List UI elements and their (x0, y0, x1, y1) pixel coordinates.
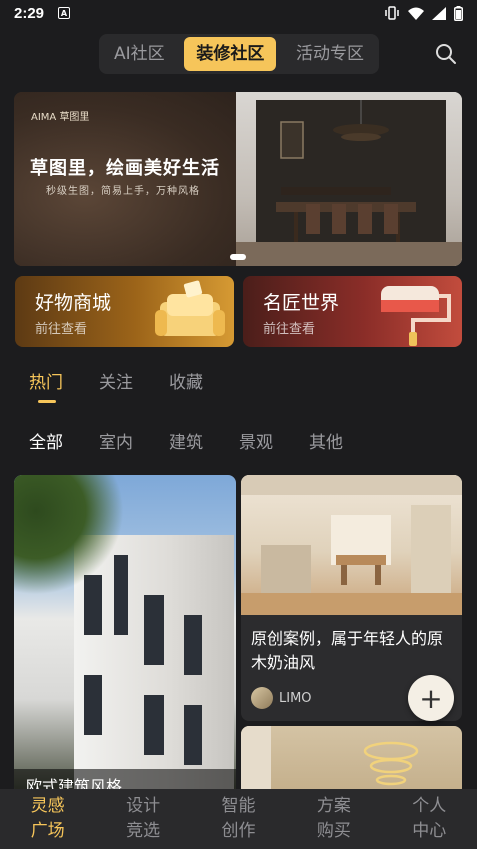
nav-personal-center[interactable]: 个人 中心 (404, 794, 454, 844)
category-other[interactable]: 其他 (309, 428, 343, 453)
post-title: 原创案例，属于年轻人的原木奶油风 (251, 629, 444, 672)
tree-foliage (14, 475, 124, 595)
carousel-indicator (230, 254, 246, 260)
signal-icon (432, 6, 446, 20)
category-all[interactable]: 全部 (29, 428, 63, 453)
nav-smart-create[interactable]: 智能 创作 (213, 794, 263, 844)
author-name: LIMO (279, 690, 312, 706)
banner-logo: AIMA 草图里 (31, 112, 90, 123)
nav-label-line2: 购买 (316, 821, 351, 841)
post-author[interactable]: LIMO (251, 687, 312, 709)
tab-hot[interactable]: 热门 (29, 368, 63, 403)
post-card[interactable]: 欧式建筑风格 (14, 475, 236, 795)
master-card-subtitle: 前往查看 (263, 322, 316, 337)
nav-label-line1: 灵感 (30, 796, 65, 816)
nav-label-line2: 竞选 (126, 821, 161, 841)
promo-banner[interactable]: AIMA 草图里 草图里，绘画美好生活 秒级生图，简易上手，万种风格 (14, 92, 462, 266)
search-icon[interactable] (434, 42, 458, 66)
avatar (251, 687, 273, 709)
master-card-title: 名匠世界 (263, 292, 340, 314)
nav-label-line2: 创作 (221, 821, 256, 841)
banner-title: 草图里，绘画美好生活 (30, 158, 220, 179)
category-landscape[interactable]: 景观 (239, 428, 273, 453)
category-architecture[interactable]: 建筑 (169, 428, 203, 453)
create-post-button[interactable]: + (408, 675, 454, 721)
wifi-icon (408, 7, 424, 20)
nav-label-line2: 广场 (30, 821, 65, 841)
dining-room-illustration (236, 100, 462, 266)
category-interior[interactable]: 室内 (99, 428, 133, 453)
nav-inspiration-square[interactable]: 灵感 广场 (23, 794, 73, 844)
post-image (241, 726, 462, 796)
nav-label-line1: 方案 (316, 796, 351, 816)
vibrate-icon (385, 6, 399, 20)
post-image (241, 475, 462, 615)
tab-decoration-community[interactable]: 装修社区 (184, 37, 277, 71)
tab-activity-zone[interactable]: 活动专区 (284, 37, 376, 71)
post-card[interactable] (241, 726, 462, 796)
shop-card[interactable]: 好物商城 前往查看 (15, 276, 234, 347)
status-bar: 2:29 A (0, 0, 477, 26)
status-time: 2:29 (14, 4, 45, 22)
notification-a-icon: A (58, 7, 71, 19)
nav-label-line1: 个人 (412, 796, 447, 816)
community-tab-bar: AI社区 装修社区 活动专区 (99, 34, 379, 74)
nav-label-line1: 设计 (126, 796, 161, 816)
category-tab-bar: 全部 室内 建筑 景观 其他 (29, 428, 343, 453)
tab-ai-community[interactable]: AI社区 (102, 37, 177, 71)
banner-subtitle: 秒级生图，简易上手，万种风格 (46, 186, 200, 197)
shop-card-title: 好物商城 (35, 292, 112, 314)
nav-label-line2: 中心 (412, 821, 447, 841)
nav-label-line1: 智能 (221, 796, 256, 816)
nav-design-contest[interactable]: 设计 竞选 (118, 794, 168, 844)
master-card[interactable]: 名匠世界 前往查看 (243, 276, 462, 347)
tab-favorites[interactable]: 收藏 (169, 368, 203, 393)
carousel-dot (230, 254, 246, 260)
shop-card-subtitle: 前往查看 (35, 322, 88, 337)
status-icons (384, 5, 463, 21)
battery-icon (454, 5, 463, 21)
tab-following[interactable]: 关注 (99, 368, 133, 393)
feed-tab-bar: 热门 关注 收藏 (29, 368, 203, 403)
nav-plan-purchase[interactable]: 方案 购买 (309, 794, 359, 844)
bottom-nav: 灵感 广场 设计 竞选 智能 创作 方案 购买 个人 中心 (0, 789, 477, 849)
banner-dining-room-image (236, 92, 462, 266)
